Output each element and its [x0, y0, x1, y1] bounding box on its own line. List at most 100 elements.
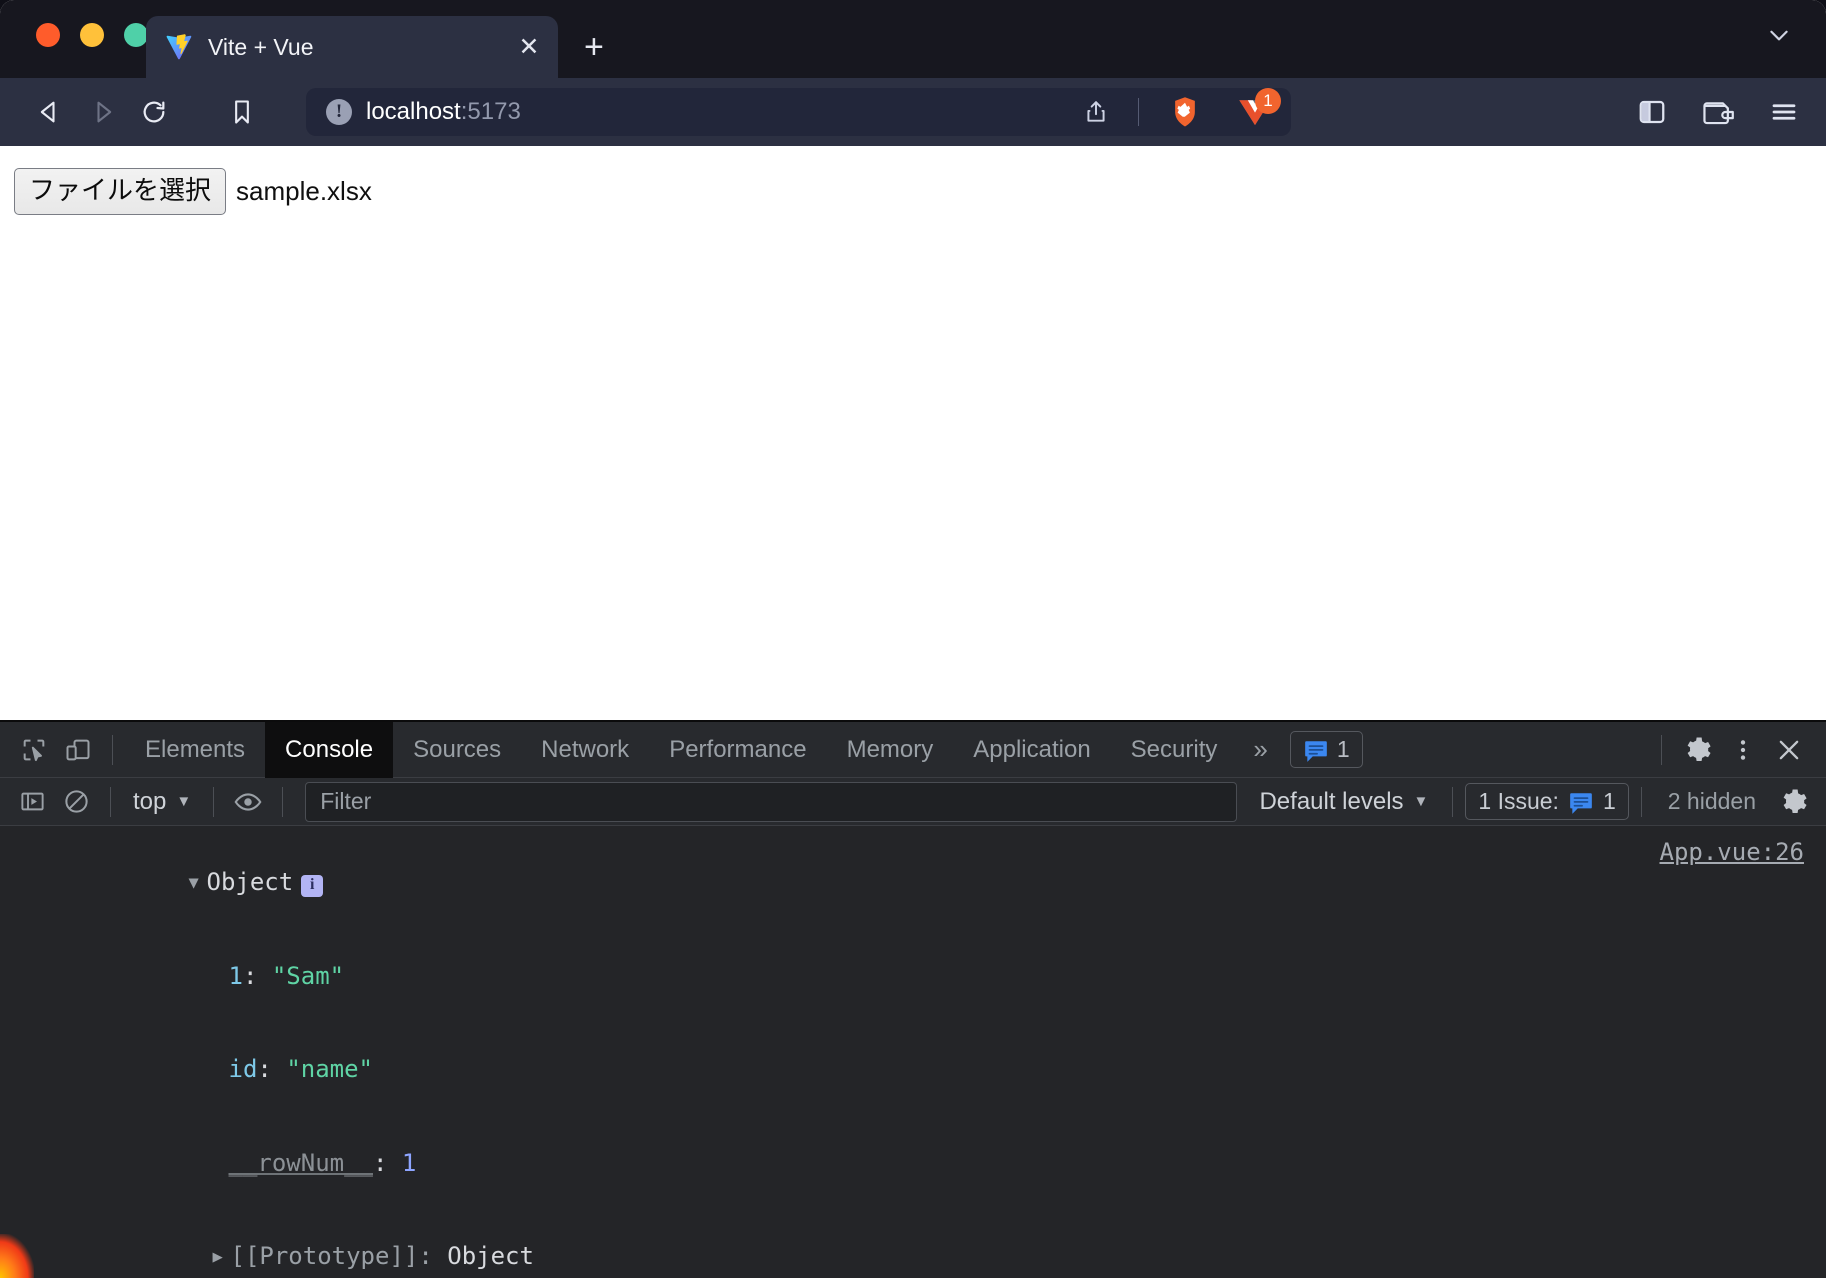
- console-toolbar: top ▼ Default levels ▼ 1 Issue: 1: [0, 778, 1826, 827]
- object-label: Object: [206, 868, 294, 897]
- sidebar-panel-icon[interactable]: [1632, 92, 1672, 132]
- reload-icon[interactable]: [128, 90, 180, 134]
- log-levels-label: Default levels: [1259, 787, 1404, 815]
- property-separator: :: [242, 961, 272, 990]
- devtools-panel: Elements Console Sources Network Perform…: [0, 720, 1826, 1278]
- execution-context-dropdown[interactable]: top ▼: [123, 788, 201, 816]
- object-property-row: 1: "Sam": [0, 930, 1826, 1024]
- prototype-value: Object: [432, 1242, 534, 1271]
- issue-counter-label: 1 Issue:: [1478, 788, 1559, 814]
- brave-lion-shield-icon[interactable]: [1165, 96, 1205, 128]
- property-value: 1: [401, 1148, 417, 1177]
- tab-console[interactable]: Console: [265, 721, 394, 778]
- divider: [1452, 786, 1454, 817]
- object-property-row: id: "name": [0, 1023, 1826, 1117]
- issues-badge[interactable]: 1: [1289, 731, 1363, 768]
- tab-network[interactable]: Network: [521, 722, 649, 778]
- url-host: localhost: [366, 98, 461, 125]
- file-upload-row: ファイルを選択 sample.xlsx: [14, 168, 1826, 215]
- console-log-entry: ▼ Object i 1: "Sam" id: "name" __rowNum__:…: [0, 826, 1826, 1278]
- property-value: "name": [286, 1055, 374, 1084]
- issues-bubble-icon: [1568, 791, 1594, 814]
- hamburger-menu-icon[interactable]: [1764, 92, 1804, 132]
- divider: [1640, 786, 1642, 817]
- tab-security[interactable]: Security: [1111, 722, 1238, 778]
- chevron-down-icon: ▼: [176, 793, 192, 810]
- hidden-messages-label: 2 hidden: [1667, 788, 1756, 814]
- divider: [213, 786, 215, 817]
- plus-icon[interactable]: +: [584, 30, 604, 64]
- minimize-window-button[interactable]: [80, 23, 104, 47]
- choose-file-button[interactable]: ファイルを選択: [14, 168, 227, 215]
- log-levels-dropdown[interactable]: Default levels ▼: [1247, 788, 1440, 816]
- tab-strip: Vite + Vue ✕ +: [0, 0, 1826, 78]
- close-devtools-icon[interactable]: [1766, 727, 1812, 773]
- prototype-label: [[Prototype]]:: [230, 1242, 433, 1271]
- divider: [110, 786, 111, 817]
- share-icon[interactable]: [1076, 99, 1116, 125]
- browser-toolbar: ! localhost:5173 1: [0, 78, 1826, 146]
- wallet-icon[interactable]: [1698, 92, 1738, 132]
- kebab-menu-icon[interactable]: [1720, 727, 1766, 773]
- object-root-row[interactable]: ▼ Object i: [0, 836, 1826, 930]
- clear-console-icon[interactable]: [54, 780, 98, 824]
- maximize-window-button[interactable]: [124, 23, 148, 47]
- tab-title: Vite + Vue: [208, 33, 314, 60]
- object-property-row: __rowNum__: 1: [0, 1117, 1826, 1211]
- window-traffic-lights: [36, 23, 148, 47]
- chevron-down-icon[interactable]: [1766, 22, 1792, 54]
- address-bar[interactable]: ! localhost:5173 1: [306, 88, 1291, 136]
- execution-context-label: top: [133, 787, 167, 815]
- close-window-button[interactable]: [36, 23, 60, 47]
- expand-caret-icon[interactable]: ▼: [189, 872, 207, 894]
- selected-file-name: sample.xlsx: [236, 175, 372, 206]
- property-separator: :: [373, 1148, 402, 1177]
- expand-caret-icon[interactable]: ▶: [213, 1246, 231, 1268]
- property-key: id: [228, 1055, 258, 1084]
- tab-sources[interactable]: Sources: [393, 722, 521, 778]
- divider: [1661, 734, 1662, 765]
- chevron-down-icon: ▼: [1413, 793, 1429, 810]
- url-text: localhost:5173: [366, 98, 1062, 126]
- issue-counter-count: 1: [1602, 788, 1616, 814]
- devtools-tabbar-actions: [1649, 727, 1826, 773]
- vite-logo-icon: [164, 32, 194, 62]
- bookmark-icon[interactable]: [216, 90, 268, 134]
- issues-bubble-icon: [1303, 739, 1329, 762]
- property-separator: :: [257, 1055, 287, 1084]
- divider: [282, 786, 284, 817]
- info-badge-icon[interactable]: i: [301, 874, 324, 897]
- devtools-tab-bar: Elements Console Sources Network Perform…: [0, 721, 1826, 778]
- console-filter-input[interactable]: [305, 781, 1238, 822]
- back-arrow-icon[interactable]: [24, 90, 76, 134]
- property-key: 1: [228, 961, 243, 990]
- forward-arrow-icon: [76, 90, 128, 134]
- close-icon[interactable]: ✕: [514, 32, 544, 62]
- property-key: __rowNum__: [228, 1148, 374, 1177]
- vue-devtools-icon[interactable]: 1: [1233, 88, 1281, 134]
- property-value: "Sam": [271, 961, 345, 990]
- tab-application[interactable]: Application: [953, 722, 1110, 778]
- tab-memory[interactable]: Memory: [827, 722, 954, 778]
- issue-counter[interactable]: 1 Issue: 1: [1465, 783, 1629, 820]
- console-settings-gear-icon[interactable]: [1770, 779, 1816, 825]
- page-viewport: ファイルを選択 sample.xlsx: [0, 146, 1826, 736]
- tab-performance[interactable]: Performance: [649, 722, 826, 778]
- browser-tab[interactable]: Vite + Vue ✕: [146, 16, 558, 78]
- tab-elements[interactable]: Elements: [125, 722, 265, 778]
- live-expression-eye-icon[interactable]: [226, 780, 270, 824]
- more-tabs-chevron-icon[interactable]: »: [1237, 734, 1283, 765]
- issues-count: 1: [1336, 736, 1350, 762]
- source-location-link[interactable]: App.vue:26: [1660, 838, 1805, 866]
- gear-icon[interactable]: [1674, 727, 1720, 773]
- console-sidebar-icon[interactable]: [10, 780, 54, 824]
- url-port: :5173: [460, 98, 521, 125]
- prototype-row[interactable]: ▶ [[Prototype]]: Object: [0, 1210, 1826, 1278]
- device-toolbar-icon[interactable]: [56, 728, 100, 772]
- console-output: ▼ Object i 1: "Sam" id: "name" __rowNum__:…: [0, 826, 1826, 1278]
- vue-devtools-badge: 1: [1255, 88, 1281, 114]
- info-circle-icon[interactable]: !: [326, 99, 352, 125]
- divider: [1138, 98, 1139, 126]
- browser-window: Vite + Vue ✕ + ! localhost:5173 1 ファイルを選…: [0, 0, 1826, 1278]
- inspect-element-icon[interactable]: [12, 728, 56, 772]
